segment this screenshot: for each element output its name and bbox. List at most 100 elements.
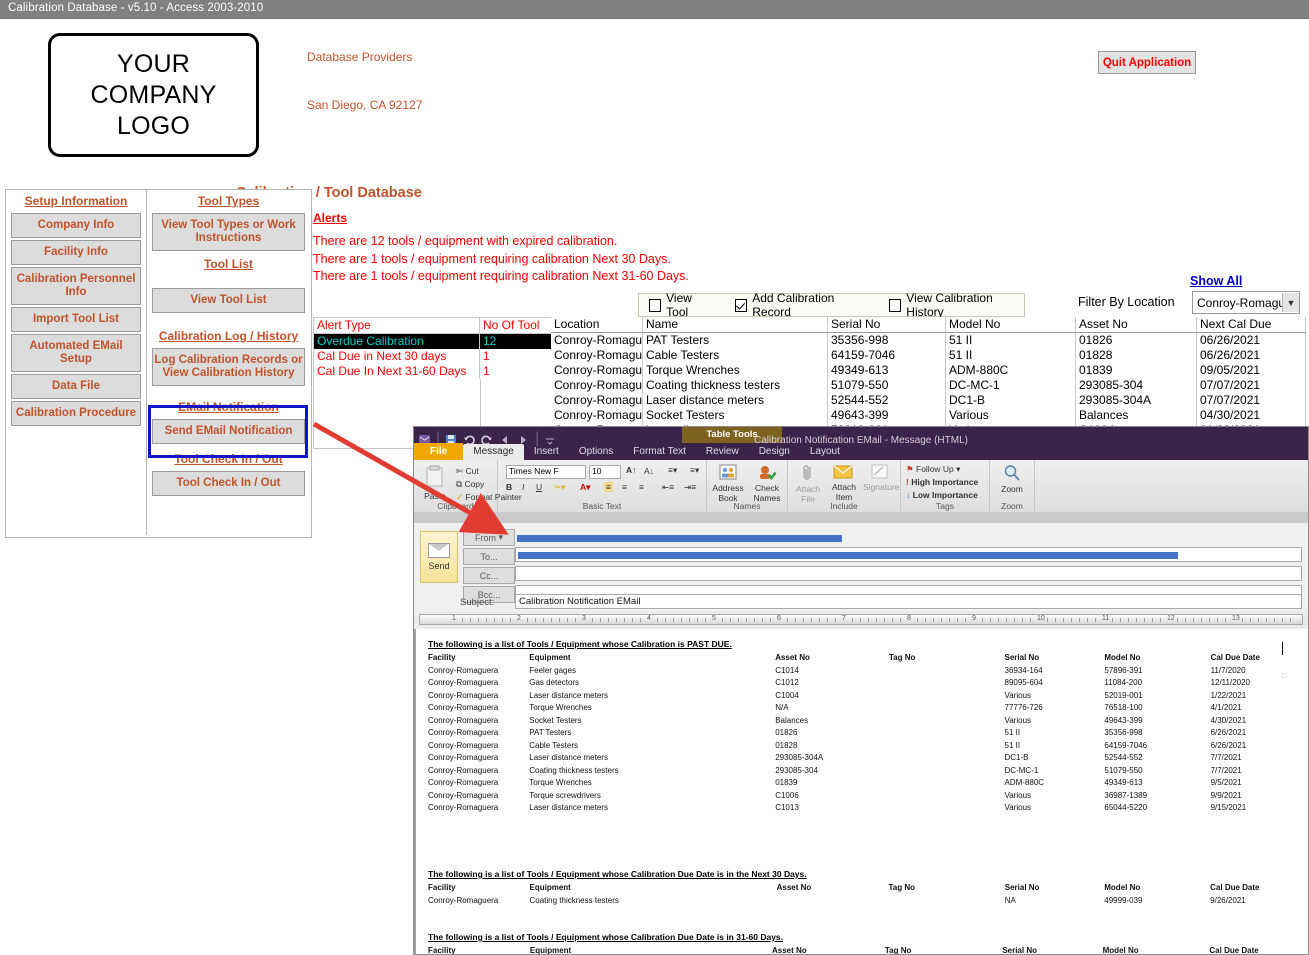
- automated-email-setup-button[interactable]: Automated EMail Setup: [11, 334, 141, 372]
- font-size-select[interactable]: 10: [589, 465, 621, 479]
- bold-icon[interactable]: B: [506, 482, 512, 492]
- send-button[interactable]: Send: [420, 531, 458, 583]
- tool-list-heading: Tool List: [203, 257, 254, 271]
- grow-font-icon[interactable]: A↑: [626, 465, 636, 475]
- view-calibration-history-checkbox[interactable]: View Calibration History: [889, 291, 1024, 319]
- basic-text-group-label: Basic Text: [582, 501, 622, 511]
- view-tool-list-button[interactable]: View Tool List: [152, 288, 305, 313]
- column-header-name[interactable]: Name: [643, 317, 828, 332]
- cell-location: Conroy-Romague: [551, 393, 643, 408]
- shrink-font-icon[interactable]: A↓: [644, 466, 654, 476]
- from-button[interactable]: From ▾: [463, 529, 515, 546]
- message-body[interactable]: □ The following is a list of Tools / Equ…: [414, 629, 1308, 954]
- align-left-icon[interactable]: ≡: [604, 482, 613, 492]
- numbering-icon[interactable]: ≡▾: [690, 465, 699, 476]
- ruler-tick: [795, 618, 796, 622]
- cut-button[interactable]: ✄ Cut: [456, 466, 479, 477]
- ruler-tick: [811, 618, 812, 622]
- table-row[interactable]: Conroy-Romague PAT Testers 35356-998 51 II 0…: [551, 333, 1306, 348]
- body-column-header: Model No: [1104, 883, 1141, 892]
- follow-up-button[interactable]: ⚑ Follow Up ▾: [906, 464, 960, 475]
- underline-icon[interactable]: U: [536, 482, 542, 492]
- text-highlight-icon[interactable]: ✂▾: [554, 482, 565, 493]
- italic-icon[interactable]: I: [522, 482, 524, 492]
- log-calibration-records-button[interactable]: Log Calibration Records or View Calibrat…: [152, 348, 305, 386]
- facility-info-button[interactable]: Facility Info: [11, 240, 141, 265]
- tab-message[interactable]: Message: [463, 444, 524, 460]
- body-column-header: Equipment: [529, 653, 571, 662]
- table-row[interactable]: Conroy-Romague Cable Testers 64159-7046 51 …: [551, 348, 1306, 363]
- tab-format-text[interactable]: Format Text: [623, 444, 696, 460]
- outlook-message-window[interactable]: | | Table Tools Calibration Notification…: [413, 426, 1309, 955]
- tool-check-in-out-button[interactable]: Tool Check In / Out: [152, 471, 305, 496]
- filter-by-location-select[interactable]: Conroy-Romaguera ▼: [1192, 291, 1300, 314]
- import-tool-list-button[interactable]: Import Tool List: [11, 307, 141, 332]
- align-center-icon[interactable]: ≡: [622, 482, 627, 492]
- cc-field[interactable]: [515, 566, 1302, 581]
- ruler-tick: [884, 618, 885, 622]
- body-cell: Various: [1004, 803, 1032, 812]
- view-tool-types-button[interactable]: View Tool Types or Work Instructions: [152, 213, 305, 251]
- quit-application-button[interactable]: Quit Application: [1098, 51, 1196, 74]
- signature-button[interactable]: Signature: [863, 464, 899, 492]
- table-row[interactable]: Conroy-Romague Torque Wrenches 49349-613 AD…: [551, 363, 1306, 378]
- bullets-icon[interactable]: ≡▾: [668, 465, 677, 476]
- column-header-next-cal-due[interactable]: Next Cal Due: [1197, 317, 1306, 332]
- address-book-button[interactable]: Address Book: [710, 464, 746, 503]
- copy-button[interactable]: ⧉ Copy: [456, 479, 484, 490]
- table-row[interactable]: Conroy-Romague Laser distance meters 52544…: [551, 393, 1306, 408]
- table-row[interactable]: Conroy-Romague Socket Testers 49643-399 Var…: [551, 408, 1306, 423]
- from-field-value-redacted[interactable]: [515, 531, 842, 542]
- alert-grid-row-overdue[interactable]: Overdue Calibration 12: [314, 334, 554, 349]
- document-ruler[interactable]: 1 2 3 4 5 6 7 8 9 10 11 12 13: [414, 611, 1308, 630]
- font-name-select[interactable]: Times New F: [506, 465, 586, 479]
- tab-review[interactable]: Review: [696, 444, 749, 460]
- view-calibration-history-checkbox-label: View Calibration History: [906, 291, 993, 319]
- alert-grid-row-next-30[interactable]: Cal Due in Next 30 days 1: [314, 349, 554, 364]
- tab-file[interactable]: File: [414, 443, 464, 460]
- show-all-link[interactable]: Show All: [1190, 274, 1242, 288]
- body-table-row: Conroy-Romaguera Socket Testers Balances Va…: [428, 716, 1308, 729]
- attach-item-button[interactable]: Attach Item: [827, 464, 861, 502]
- body-cell: 9/5/2021: [1210, 778, 1242, 787]
- view-tool-checkbox[interactable]: View Tool: [649, 291, 713, 319]
- high-importance-button[interactable]: ! High Importance: [906, 477, 978, 487]
- tab-options[interactable]: Options: [569, 444, 623, 460]
- low-importance-button[interactable]: ↓ Low Importance: [906, 490, 978, 500]
- tab-layout[interactable]: Layout: [800, 444, 850, 460]
- cc-button[interactable]: Cc...: [463, 567, 515, 584]
- data-file-button[interactable]: Data File: [11, 374, 141, 399]
- tab-design[interactable]: Design: [749, 444, 800, 460]
- increase-indent-icon[interactable]: ⇥≡: [684, 482, 696, 493]
- body-column-header: Tag No: [888, 653, 916, 662]
- company-info-button[interactable]: Company Info: [11, 213, 141, 238]
- ruler-tick: [681, 618, 682, 622]
- decrease-indent-icon[interactable]: ⇤≡: [662, 482, 674, 493]
- table-row[interactable]: Conroy-Romague Coating thickness testers 5…: [551, 378, 1306, 393]
- ruler-tick: [543, 618, 544, 622]
- font-color-icon[interactable]: A▾: [580, 482, 590, 493]
- body-cell: 36934-164: [1004, 665, 1043, 675]
- chevron-down-icon[interactable]: ▼: [1282, 293, 1299, 312]
- alert-grid-row-next-31-60[interactable]: Cal Due In Next 31-60 Days 1: [314, 364, 554, 379]
- add-calibration-record-checkbox[interactable]: Add Calibration Record: [735, 291, 867, 319]
- outlook-ribbon-tabs[interactable]: File Message Insert Options Format Text …: [414, 443, 1308, 460]
- column-header-model-no[interactable]: Model No: [946, 317, 1076, 332]
- calibration-personnel-info-button[interactable]: Calibration Personnel Info: [11, 267, 141, 305]
- tab-insert[interactable]: Insert: [524, 444, 569, 460]
- to-field[interactable]: [515, 547, 1302, 562]
- subject-input[interactable]: Calibration Notification EMail: [515, 594, 1302, 609]
- check-names-button[interactable]: Check Names: [749, 464, 785, 503]
- paste-button[interactable]: Paste: [418, 465, 452, 501]
- exclamation-icon: !: [906, 477, 909, 487]
- to-button[interactable]: To...: [463, 548, 515, 565]
- attach-file-button[interactable]: Attach File: [791, 464, 825, 504]
- calibration-procedure-button[interactable]: Calibration Procedure: [11, 401, 141, 426]
- body-cell: [889, 741, 1005, 754]
- align-right-icon[interactable]: ≡: [639, 482, 644, 492]
- cell-name: PAT Testers: [643, 333, 828, 348]
- column-header-serial-no[interactable]: Serial No: [828, 317, 946, 332]
- zoom-button[interactable]: Zoom: [994, 464, 1030, 494]
- column-header-location[interactable]: Location: [551, 317, 643, 332]
- column-header-asset-no[interactable]: Asset No: [1076, 317, 1197, 332]
